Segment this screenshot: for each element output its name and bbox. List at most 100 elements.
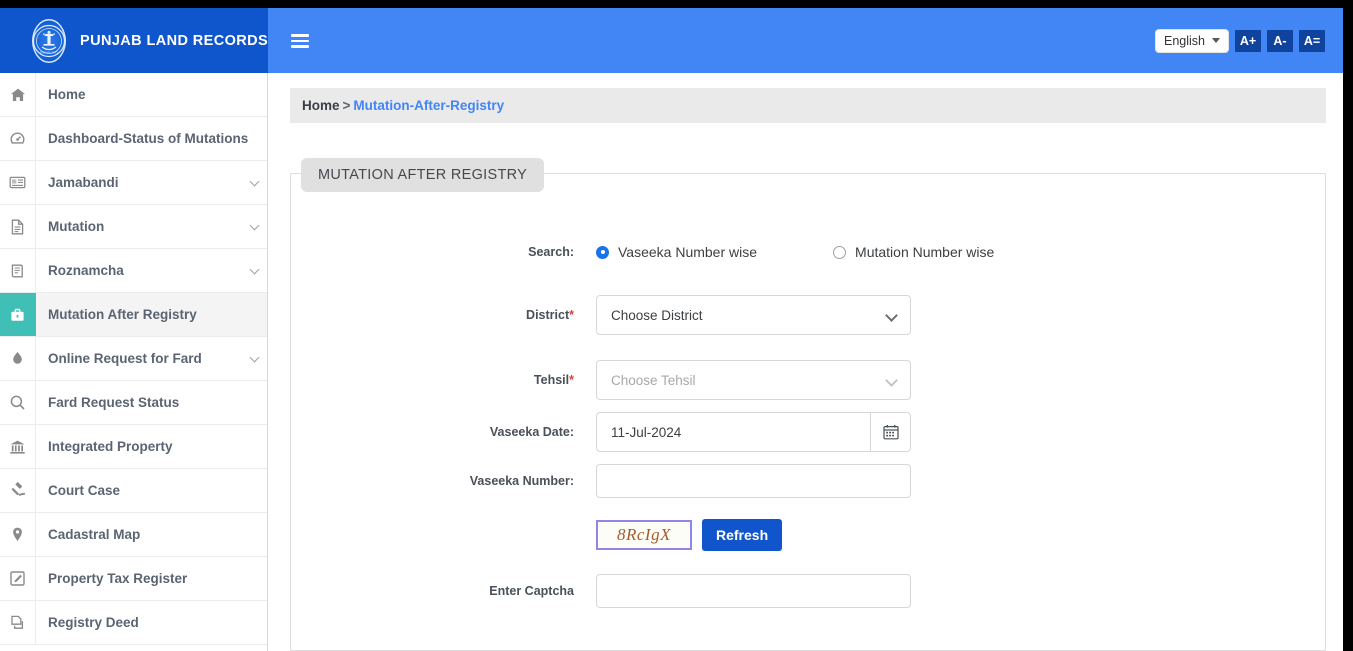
sidebar-item-online-request-for-fard[interactable]: Online Request for Fard bbox=[0, 337, 267, 381]
sidebar-item-jamabandi[interactable]: Jamabandi bbox=[0, 161, 267, 205]
radio-label: Vaseeka Number wise bbox=[618, 244, 758, 260]
tehsil-label: Tehsil* bbox=[461, 373, 596, 387]
required-asterisk: * bbox=[569, 373, 574, 387]
district-select[interactable]: Choose District bbox=[596, 295, 911, 335]
sidebar-item-mutation[interactable]: Mutation bbox=[0, 205, 267, 249]
sidebar-item-label: Home bbox=[48, 87, 86, 102]
panel-title: MUTATION AFTER REGISTRY bbox=[301, 158, 545, 192]
tehsil-selected-value: Choose Tehsil bbox=[611, 372, 696, 388]
brand-logo-area[interactable]: PUNJAB GOVT PUNJAB LAND RECORDS bbox=[0, 8, 268, 73]
vaseeka-date-row: Vaseeka Date: 11-Jul-2024 bbox=[461, 412, 911, 452]
vaseeka-number-input[interactable] bbox=[596, 464, 911, 498]
district-label: District* bbox=[461, 308, 596, 322]
radio-label: Mutation Number wise bbox=[855, 244, 995, 260]
sidebar-item-property-tax-register[interactable]: Property Tax Register bbox=[0, 557, 267, 601]
radio-mutation-number-wise[interactable]: Mutation Number wise bbox=[833, 244, 994, 260]
home-icon bbox=[0, 73, 36, 116]
brand-title: PUNJAB LAND RECORDS bbox=[80, 32, 269, 49]
tehsil-row: Tehsil* Choose Tehsil bbox=[461, 360, 911, 400]
search-label: Search: bbox=[528, 245, 574, 259]
edit-pencil-icon bbox=[0, 557, 36, 600]
sidebar-item-label: Registry Deed bbox=[48, 615, 139, 630]
district-label-text: District bbox=[526, 308, 570, 322]
tehsil-label-text: Tehsil bbox=[533, 373, 570, 387]
top-header-bar: PUNJAB GOVT PUNJAB LAND RECORDS English … bbox=[0, 8, 1343, 73]
application-window: PUNJAB GOVT PUNJAB LAND RECORDS English … bbox=[0, 8, 1343, 651]
document-icon bbox=[0, 205, 36, 248]
sidebar-item-label: Mutation bbox=[48, 219, 105, 234]
radio-button-icon[interactable] bbox=[833, 245, 847, 259]
tehsil-select[interactable]: Choose Tehsil bbox=[596, 360, 911, 400]
enter-captcha-row: Enter Captcha bbox=[461, 574, 911, 608]
sidebar-item-label: Fard Request Status bbox=[48, 395, 180, 410]
briefcase-icon bbox=[0, 293, 36, 336]
breadcrumb: Home > Mutation-After-Registry bbox=[290, 88, 1326, 123]
sidebar-item-home[interactable]: Home bbox=[0, 73, 267, 117]
sidebar-item-label: Mutation After Registry bbox=[48, 307, 197, 322]
language-label: English bbox=[1164, 33, 1205, 48]
map-pin-icon bbox=[0, 513, 36, 556]
font-decrease-button[interactable]: A- bbox=[1267, 29, 1293, 52]
vaseeka-number-label: Vaseeka Number: bbox=[469, 474, 574, 488]
sidebar-item-court-case[interactable]: Court Case bbox=[0, 469, 267, 513]
refresh-captcha-button[interactable]: Refresh bbox=[702, 519, 783, 551]
svg-text:PUNJAB GOVT: PUNJAB GOVT bbox=[40, 51, 58, 54]
sidebar-item-label: Jamabandi bbox=[48, 175, 119, 190]
sidebar-item-cadastral-map[interactable]: Cadastral Map bbox=[0, 513, 267, 557]
mutation-after-registry-panel: MUTATION AFTER REGISTRY Search: Vaseeka … bbox=[290, 158, 1326, 651]
vaseeka-date-group: 11-Jul-2024 bbox=[596, 412, 911, 452]
breadcrumb-separator: > bbox=[342, 98, 351, 113]
chevron-down-icon bbox=[885, 374, 898, 387]
font-increase-button[interactable]: A+ bbox=[1235, 29, 1261, 52]
header-controls: English A+ A- A= bbox=[1155, 8, 1325, 73]
sidebar-item-label: Integrated Property bbox=[48, 439, 173, 454]
language-selector[interactable]: English bbox=[1155, 28, 1229, 53]
enter-captcha-input[interactable] bbox=[596, 574, 911, 608]
chevron-down-icon[interactable] bbox=[241, 161, 267, 204]
captcha-row: 8RcIgX Refresh bbox=[461, 519, 783, 551]
sidebar-item-roznamcha[interactable]: Roznamcha bbox=[0, 249, 267, 293]
sidebar-item-label: Online Request for Fard bbox=[48, 351, 202, 366]
chevron-down-icon[interactable] bbox=[241, 337, 267, 380]
left-sidebar-navigation: Home Dashboard-Status of Mutations Jamaban… bbox=[0, 73, 268, 651]
vaseeka-date-input[interactable]: 11-Jul-2024 bbox=[596, 412, 870, 452]
radio-vaseeka-number-wise[interactable]: Vaseeka Number wise bbox=[596, 244, 757, 260]
sidebar-item-integrated-property[interactable]: Integrated Property bbox=[0, 425, 267, 469]
sidebar-item-dashboard-status-of-mutations[interactable]: Dashboard-Status of Mutations bbox=[0, 117, 267, 161]
vaseeka-number-row: Vaseeka Number: bbox=[461, 464, 911, 498]
breadcrumb-home-link[interactable]: Home bbox=[302, 98, 340, 113]
copy-pages-icon bbox=[0, 601, 36, 644]
book-icon bbox=[0, 249, 36, 292]
sidebar-item-label: Cadastral Map bbox=[48, 527, 141, 542]
search-icon bbox=[0, 381, 36, 424]
chevron-down-icon[interactable] bbox=[241, 249, 267, 292]
sidebar-item-label: Property Tax Register bbox=[48, 571, 188, 586]
district-row: District* Choose District bbox=[461, 295, 911, 335]
required-asterisk: * bbox=[569, 308, 574, 322]
font-reset-button[interactable]: A= bbox=[1299, 29, 1325, 52]
sidebar-item-label: Court Case bbox=[48, 483, 121, 498]
sidebar-item-fard-request-status[interactable]: Fard Request Status bbox=[0, 381, 267, 425]
vaseeka-date-label: Vaseeka Date: bbox=[489, 425, 574, 439]
punjab-government-emblem-icon: PUNJAB GOVT bbox=[32, 18, 66, 63]
dashboard-gauge-icon bbox=[0, 117, 36, 160]
radio-button-icon[interactable] bbox=[596, 245, 609, 259]
gavel-icon bbox=[0, 469, 36, 512]
chevron-down-icon bbox=[885, 309, 898, 322]
water-drop-icon bbox=[0, 337, 36, 380]
breadcrumb-current-page[interactable]: Mutation-After-Registry bbox=[353, 98, 504, 113]
chevron-down-icon bbox=[1212, 38, 1220, 43]
hamburger-menu-icon[interactable] bbox=[291, 34, 309, 48]
search-type-row: Search: Vaseeka Number wise Mutation Num… bbox=[461, 244, 994, 260]
sidebar-item-label: Dashboard-Status of Mutations bbox=[48, 131, 249, 146]
id-card-icon bbox=[0, 161, 36, 204]
sidebar-item-mutation-after-registry[interactable]: Mutation After Registry bbox=[0, 293, 267, 337]
bank-building-icon bbox=[0, 425, 36, 468]
captcha-image: 8RcIgX bbox=[596, 520, 692, 550]
sidebar-item-registry-deed[interactable]: Registry Deed bbox=[0, 601, 267, 645]
enter-captcha-label: Enter Captcha bbox=[489, 584, 574, 598]
calendar-icon[interactable] bbox=[870, 412, 911, 452]
sidebar-item-label: Roznamcha bbox=[48, 263, 124, 278]
district-selected-value: Choose District bbox=[611, 307, 703, 323]
chevron-down-icon[interactable] bbox=[241, 205, 267, 248]
